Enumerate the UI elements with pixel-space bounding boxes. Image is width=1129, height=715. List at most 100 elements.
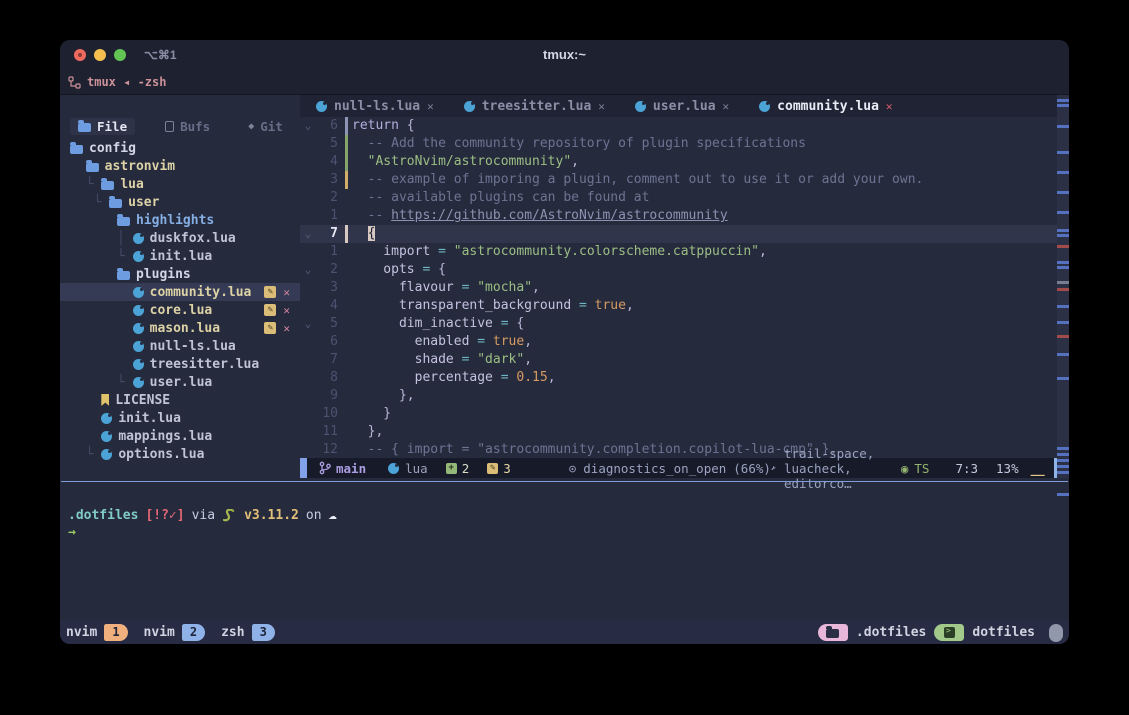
code-line[interactable]: 1 -- https://github.com/AstroNvim/astroc… [300,207,1057,225]
file-explorer: File Bufs ◆ Git config astronvim └ lua └… [60,95,300,478]
fold-icon[interactable] [300,243,316,261]
tree-item-user[interactable]: └ user [60,193,300,211]
code-line[interactable]: 11 }, [300,423,1057,441]
close-buffer-icon[interactable]: ✕ [427,100,434,113]
tmux-window-list: nvim1 nvim2 zsh3 [66,624,291,641]
tree-item-LICENSE[interactable]: LICENSE [60,391,300,409]
branch-name: main [336,461,366,476]
close-buffer-icon[interactable]: ✕ [723,100,730,113]
tree-item-null-ls.lua[interactable]: null-ls.lua [60,337,300,355]
buffer-tab-label: user.lua [653,99,716,114]
explorer-tab-file[interactable]: File [70,118,135,135]
terminal-tab-label[interactable]: tmux ◂ -zsh [87,75,166,89]
close-buffer-icon[interactable]: ✕ [598,100,605,113]
tree-item-astronvim[interactable]: astronvim [60,157,300,175]
buffer-tab-null-ls.lua[interactable]: null-ls.lua✕ [316,99,434,114]
explorer-tab-bufs[interactable]: Bufs [157,118,218,135]
tree-item-user.lua[interactable]: └ user.lua [60,373,300,391]
status-end-pill [1049,624,1063,642]
buffer-tab-user.lua[interactable]: user.lua ✕ [635,99,729,114]
code-line[interactable]: ⌄6return { [300,117,1057,135]
code-line[interactable]: 7 shade = "dark", [300,351,1057,369]
tmux-window-3[interactable]: zsh3 [221,624,275,641]
code-line[interactable]: 4 transparent_background = true, [300,297,1057,315]
folder-icon [117,271,130,280]
tree-item-mason.lua[interactable]: mason.lua✎✕ [60,319,300,337]
tree-item-treesitter.lua[interactable]: treesitter.lua [60,355,300,373]
fold-icon[interactable] [300,333,316,351]
close-icon[interactable]: ✕ [283,304,290,317]
fold-icon[interactable] [300,279,316,297]
neovim-pane: File Bufs ◆ Git config astronvim └ lua └… [60,95,1069,478]
fold-icon[interactable] [300,423,316,441]
buffer-tab-treesitter.lua[interactable]: treesitter.lua✕ [464,99,605,114]
session-pill[interactable] [934,624,964,641]
code-token: , [524,334,532,349]
tmux-pane-border[interactable] [60,478,1069,483]
code-line[interactable]: 2 -- available plugins can be found at [300,189,1057,207]
code-line[interactable]: 3 flavour = "mocha", [300,279,1057,297]
fold-icon[interactable] [300,171,316,189]
code-line[interactable]: 6 enabled = true, [300,333,1057,351]
tree-item-lua[interactable]: └ lua [60,175,300,193]
lua-icon [635,101,646,112]
tree-item-options.lua[interactable]: └ options.lua [60,445,300,463]
code-line[interactable]: 5 -- Add the community repository of plu… [300,135,1057,153]
tree-item-duskfox.lua[interactable]: │ duskfox.lua [60,229,300,247]
lsp-icon: ⊙ [569,461,577,476]
tmux-window-1[interactable]: nvim1 [66,624,128,641]
added-icon: + [446,463,457,474]
code-line[interactable]: 10 } [300,405,1057,423]
tree-item-core.lua[interactable]: core.lua✎✕ [60,301,300,319]
fold-icon[interactable]: ⌄ [300,315,316,333]
fold-icon[interactable] [300,189,316,207]
tree-item-community.lua[interactable]: community.lua✎✕ [60,283,300,301]
fold-icon[interactable] [300,153,316,171]
minimap-mark [1057,229,1069,232]
code-line[interactable]: ⌄2 opts = { [300,261,1057,279]
tree-item-highlights[interactable]: highlights [60,211,300,229]
code-token: = [469,334,492,349]
fold-icon[interactable]: ⌄ [300,225,316,243]
code-line[interactable]: 1 import = "astrocommunity.colorscheme.c… [300,243,1057,261]
tree-item-init.lua[interactable]: └ init.lua [60,247,300,265]
git-branch[interactable]: main [319,461,366,476]
minimap-mark [1057,266,1069,269]
fold-icon[interactable] [300,441,316,458]
code-line[interactable]: 9 }, [300,387,1057,405]
tree-item-init.lua[interactable]: init.lua [60,409,300,427]
scrollbar-minimap[interactable] [1057,95,1069,478]
fold-icon[interactable]: ⌄ [300,261,316,279]
fold-icon[interactable] [300,387,316,405]
fold-icon[interactable] [300,405,316,423]
minimap-mark [1057,465,1069,468]
code-token: = [454,352,477,367]
explorer-tab-git[interactable]: ◆ Git [240,118,291,135]
code-token: -- available plugins can be found at [352,190,649,205]
fold-icon[interactable] [300,297,316,315]
fold-icon[interactable] [300,369,316,387]
close-icon[interactable]: ✕ [283,322,290,335]
close-icon[interactable]: ✕ [283,286,290,299]
tmux-window-2[interactable]: nvim2 [144,624,206,641]
session-tree-icon [68,76,81,89]
fold-icon[interactable] [300,135,316,153]
buffer-tab-community.lua[interactable]: community.lua✕ [759,99,892,114]
tree-item-plugins[interactable]: plugins [60,265,300,283]
code-editor[interactable]: ⌄6return {5 -- Add the community reposit… [300,117,1057,458]
code-line[interactable]: 3 -- example of imporing a plugin, comme… [300,171,1057,189]
code-token: -- Add the community repository of plugi… [352,136,806,151]
code-token: }, [352,388,415,403]
code-line[interactable]: 4 "AstroNvim/astrocommunity", [300,153,1057,171]
code-line[interactable]: ⌄7 { [300,225,1057,243]
fold-icon[interactable] [300,207,316,225]
close-buffer-icon[interactable]: ✕ [886,100,893,113]
fold-icon[interactable] [300,351,316,369]
code-line[interactable]: ⌄5 dim_inactive = { [300,315,1057,333]
code-line[interactable]: 8 percentage = 0.15, [300,369,1057,387]
tree-item-label: options.lua [118,447,204,462]
shell-pane[interactable]: .dotfiles [!?✓] via v3.11.2 on ☁ → [60,483,1069,621]
fold-icon[interactable]: ⌄ [300,117,316,135]
tree-item-mappings.lua[interactable]: mappings.lua [60,427,300,445]
tree-item-config[interactable]: config [60,139,300,157]
